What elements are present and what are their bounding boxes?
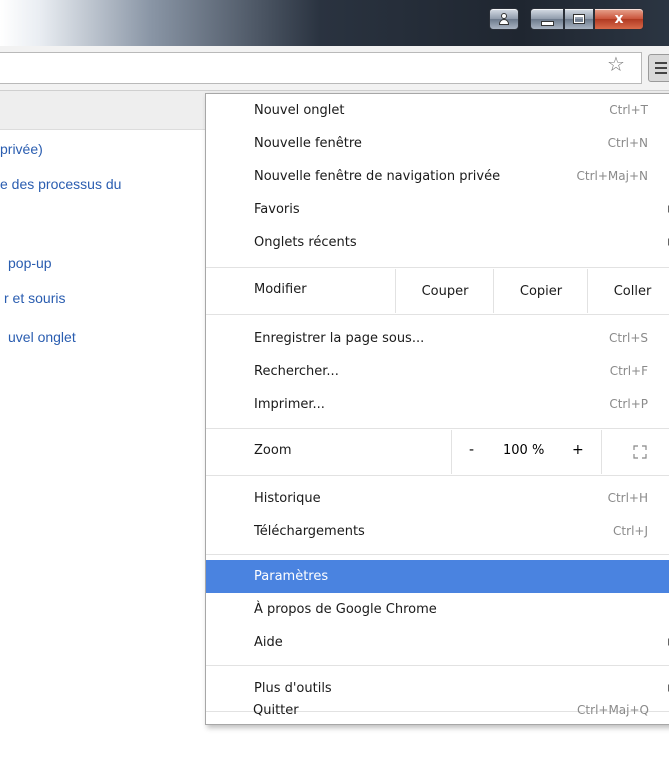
- maximize-icon: [573, 14, 585, 24]
- menu-separator: [206, 665, 669, 666]
- address-bar[interactable]: [0, 52, 642, 84]
- cut-button[interactable]: Couper: [395, 269, 494, 313]
- menu-item-recent-tabs[interactable]: Onglets récents: [206, 226, 669, 258]
- menu-edit-row: Modifier Couper Copier Coller: [206, 269, 669, 313]
- menu-item-downloads[interactable]: Téléchargements Ctrl+J: [206, 515, 669, 547]
- background-link[interactable]: r et souris: [4, 290, 65, 306]
- close-button[interactable]: x: [594, 8, 644, 30]
- paste-button[interactable]: Coller: [587, 269, 669, 313]
- background-link[interactable]: privée): [0, 141, 43, 157]
- close-icon: x: [614, 11, 624, 27]
- user-profile-button[interactable]: [489, 8, 519, 30]
- menu-zoom-row: Zoom - 100 % +: [206, 430, 669, 474]
- user-icon: [498, 13, 510, 25]
- minimize-button[interactable]: [530, 8, 564, 30]
- background-link[interactable]: e des processus du: [0, 176, 121, 192]
- menu-item-print[interactable]: Imprimer... Ctrl+P: [206, 388, 669, 420]
- zoom-level: 100 %: [503, 443, 545, 458]
- menu-item-help[interactable]: Aide: [206, 626, 669, 658]
- hamburger-icon: [655, 62, 667, 64]
- zoom-out-button[interactable]: -: [469, 442, 474, 458]
- zoom-in-button[interactable]: +: [572, 442, 584, 458]
- maximize-button[interactable]: [564, 8, 594, 30]
- fullscreen-icon: [632, 445, 647, 459]
- background-link[interactable]: uvel onglet: [8, 329, 76, 345]
- menu-separator: [206, 428, 669, 429]
- bookmark-star-icon[interactable]: ☆: [607, 54, 625, 74]
- menu-item-history[interactable]: Historique Ctrl+H: [206, 482, 669, 514]
- menu-item-settings[interactable]: Paramètres: [206, 560, 669, 593]
- menu-separator: [206, 267, 669, 268]
- copy-button[interactable]: Copier: [493, 269, 588, 313]
- menu-item-about-chrome[interactable]: À propos de Google Chrome: [206, 593, 669, 625]
- menu-separator: [206, 314, 669, 315]
- minimize-icon: [540, 20, 554, 26]
- menu-item-bookmarks[interactable]: Favoris: [206, 193, 669, 225]
- menu-separator: [206, 475, 669, 476]
- menu-item-new-tab[interactable]: Nouvel onglet Ctrl+T: [206, 94, 669, 126]
- zoom-label: Zoom: [254, 443, 292, 458]
- edit-label: Modifier: [254, 282, 307, 297]
- menu-separator: [206, 554, 669, 555]
- fullscreen-button[interactable]: [601, 430, 669, 474]
- menu-item-find[interactable]: Rechercher... Ctrl+F: [206, 355, 669, 387]
- browser-toolbar: ☆: [0, 46, 669, 91]
- menu-item-new-incognito-window[interactable]: Nouvelle fenêtre de navigation privée Ct…: [206, 160, 669, 192]
- chrome-menu: Nouvel onglet Ctrl+T Nouvelle fenêtre Ct…: [205, 93, 669, 725]
- background-link[interactable]: pop-up: [8, 255, 52, 271]
- menu-item-save-page[interactable]: Enregistrer la page sous... Ctrl+S: [206, 322, 669, 354]
- window-title-bar: x: [0, 0, 669, 46]
- menu-item-quit[interactable]: Quitter Ctrl+Maj+Q: [205, 694, 669, 726]
- chrome-menu-button[interactable]: [648, 54, 669, 82]
- menu-item-new-window[interactable]: Nouvelle fenêtre Ctrl+N: [206, 127, 669, 159]
